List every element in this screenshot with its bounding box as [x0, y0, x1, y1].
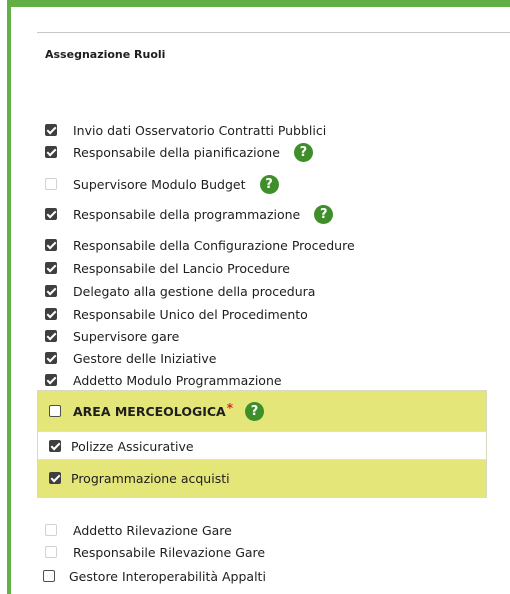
role-row[interactable]: Delegato alla gestione della procedura [45, 281, 315, 301]
role-checkbox[interactable] [45, 208, 57, 220]
role-label: Responsabile della pianificazione [73, 144, 280, 160]
help-icon[interactable]: ? [293, 142, 313, 162]
role-checkbox[interactable] [45, 146, 57, 158]
role-label: Addetto Modulo Programmazione [73, 372, 282, 388]
area-item-label: Programmazione acquisti [71, 470, 230, 486]
role-label: Responsabile Rilevazione Gare [73, 544, 266, 560]
frame-left-border [7, 0, 11, 594]
role-checkbox [45, 546, 57, 558]
role-label: Responsabile della programmazione [73, 206, 301, 222]
role-row[interactable]: Responsabile della pianificazione ? [45, 142, 313, 162]
role-row: Addetto Rilevazione Gare [45, 520, 232, 540]
role-label: Supervisore gare [73, 328, 180, 344]
role-checkbox [45, 524, 57, 536]
help-icon[interactable]: ? [259, 174, 279, 194]
role-label: Responsabile della Configurazione Proced… [73, 237, 355, 253]
role-row[interactable]: Responsabile della programmazione ? [45, 204, 334, 224]
area-item[interactable]: Programmazione acquisti [38, 459, 486, 498]
area-item[interactable]: Polizze Assicurative [38, 431, 486, 460]
role-row[interactable]: Responsabile del Lancio Procedure [45, 258, 290, 278]
role-label: Invio dati Osservatorio Contratti Pubbli… [73, 122, 327, 138]
role-row[interactable]: Gestore Interoperabilità Appalti [43, 566, 266, 586]
role-row[interactable]: Addetto Modulo Programmazione [45, 370, 282, 390]
area-header[interactable]: AREA MERCEOLOGICA * ? [38, 391, 486, 431]
role-checkbox[interactable] [45, 352, 57, 364]
section-title: Assegnazione Ruoli [45, 48, 166, 61]
role-row[interactable]: Supervisore gare [45, 326, 179, 346]
role-row[interactable]: Responsabile Unico del Procedimento [45, 304, 308, 324]
role-label: Gestore delle Iniziative [73, 350, 217, 366]
role-label: Supervisore Modulo Budget [73, 176, 246, 192]
role-label: Responsabile del Lancio Procedure [73, 260, 290, 276]
role-checkbox[interactable] [45, 374, 57, 386]
role-checkbox[interactable] [45, 239, 57, 251]
role-row[interactable]: Responsabile della Configurazione Proced… [45, 235, 355, 255]
role-row: Supervisore Modulo Budget ? [45, 174, 279, 194]
role-checkbox[interactable] [45, 308, 57, 320]
section-divider [37, 32, 510, 33]
area-item-checkbox[interactable] [49, 472, 61, 484]
help-icon[interactable]: ? [314, 204, 334, 224]
role-checkbox[interactable] [45, 330, 57, 342]
role-row[interactable]: Gestore delle Iniziative [45, 348, 216, 368]
help-icon[interactable]: ? [245, 401, 264, 421]
role-checkbox[interactable] [43, 570, 55, 582]
role-label: Gestore Interoperabilità Appalti [69, 568, 266, 584]
role-checkbox[interactable] [45, 285, 57, 297]
role-checkbox [45, 178, 57, 190]
area-checkbox[interactable] [49, 405, 61, 417]
area-merceologica-panel: AREA MERCEOLOGICA * ? Polizze Assicurati… [37, 390, 487, 498]
area-item-label: Polizze Assicurative [71, 438, 194, 454]
area-item-checkbox[interactable] [49, 440, 61, 452]
frame-top-border [7, 0, 510, 7]
role-label: Responsabile Unico del Procedimento [73, 306, 308, 322]
role-row: Responsabile Rilevazione Gare [45, 542, 265, 562]
area-title: AREA MERCEOLOGICA [73, 403, 226, 419]
role-label: Addetto Rilevazione Gare [73, 522, 232, 538]
role-row[interactable]: Invio dati Osservatorio Contratti Pubbli… [45, 120, 326, 140]
role-label: Delegato alla gestione della procedura [73, 283, 316, 299]
role-checkbox[interactable] [45, 262, 57, 274]
role-checkbox[interactable] [45, 124, 57, 136]
required-marker: * [226, 401, 233, 415]
